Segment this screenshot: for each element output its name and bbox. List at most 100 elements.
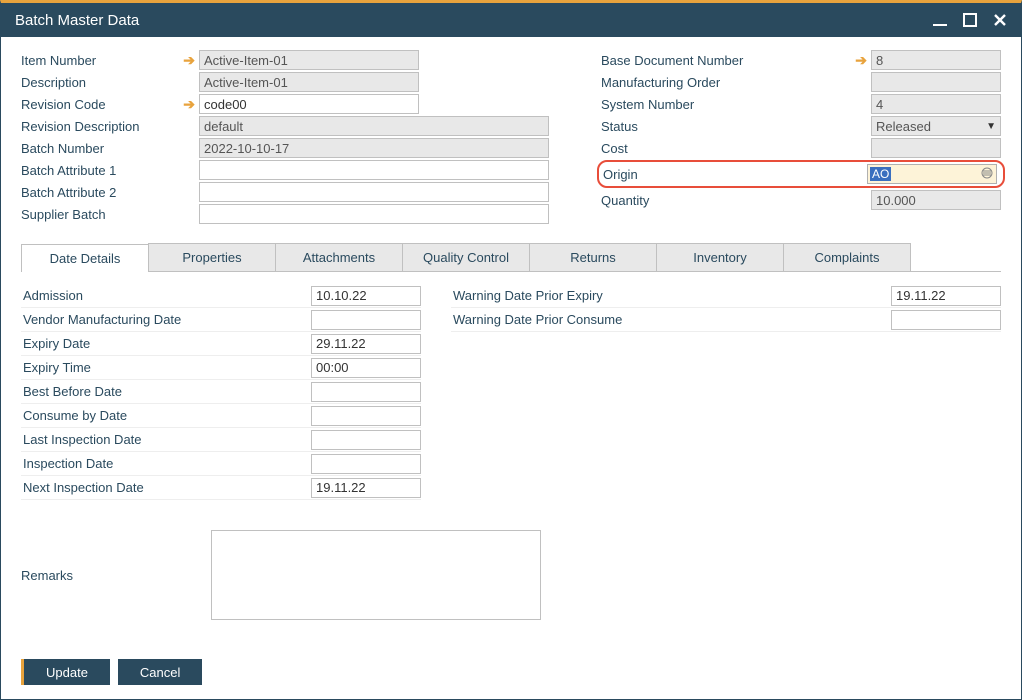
- row-quantity: Quantity 10.000: [601, 189, 1001, 211]
- maximize-icon: [961, 11, 979, 29]
- quantity-field[interactable]: 10.000: [871, 190, 1001, 210]
- expiry-time-field[interactable]: [311, 358, 421, 378]
- header-right-column: Base Document Number➔ 8 Manufacturing Or…: [601, 49, 1001, 225]
- row-expiry-date: Expiry Date: [21, 332, 421, 356]
- label-last-inspection: Last Inspection Date: [21, 432, 311, 447]
- window: Batch Master Data Item Number➔ Descr: [0, 0, 1022, 700]
- dates-right-column: Warning Date Prior Expiry Warning Date P…: [451, 284, 1001, 500]
- window-controls: [929, 9, 1011, 31]
- remarks-field[interactable]: [211, 530, 541, 620]
- batch-number-field[interactable]: [199, 138, 549, 158]
- label-mfg-order: Manufacturing Order: [601, 75, 871, 90]
- tab-returns[interactable]: Returns: [529, 243, 657, 271]
- link-arrow-icon[interactable]: ➔: [855, 52, 867, 69]
- label-status: Status: [601, 119, 871, 134]
- label-expiry-time: Expiry Time: [21, 360, 311, 375]
- tab-inventory[interactable]: Inventory: [656, 243, 784, 271]
- tab-panel-date-details: Admission Vendor Manufacturing Date Expi…: [21, 272, 1001, 500]
- label-batch-attr2: Batch Attribute 2: [21, 185, 199, 200]
- minimize-icon: [931, 11, 949, 29]
- dates-left-column: Admission Vendor Manufacturing Date Expi…: [21, 284, 421, 500]
- cost-field[interactable]: [871, 138, 1001, 158]
- row-system-number: System Number 4: [601, 93, 1001, 115]
- label-inspection: Inspection Date: [21, 456, 311, 471]
- inspection-field[interactable]: [311, 454, 421, 474]
- batch-attr1-field[interactable]: [199, 160, 549, 180]
- chevron-down-icon: ▼: [986, 121, 996, 132]
- row-item-number: Item Number➔: [21, 49, 551, 71]
- status-value: Released: [876, 119, 931, 134]
- close-icon: [991, 11, 1009, 29]
- row-last-inspection: Last Inspection Date: [21, 428, 421, 452]
- row-description: Description: [21, 71, 551, 93]
- row-admission: Admission: [21, 284, 421, 308]
- warn-expiry-field[interactable]: [891, 286, 1001, 306]
- mfg-order-field[interactable]: [871, 72, 1001, 92]
- label-item-number: Item Number➔: [21, 52, 199, 69]
- content-area: Item Number➔ Description Revision Code➔ …: [1, 37, 1021, 699]
- titlebar: Batch Master Data: [1, 3, 1021, 37]
- row-warn-consume: Warning Date Prior Consume: [451, 308, 1001, 332]
- label-base-doc: Base Document Number➔: [601, 52, 871, 69]
- row-vendor-mfg-date: Vendor Manufacturing Date: [21, 308, 421, 332]
- label-remarks: Remarks: [21, 530, 211, 620]
- row-base-doc: Base Document Number➔ 8: [601, 49, 1001, 71]
- consume-by-field[interactable]: [311, 406, 421, 426]
- tab-quality-control[interactable]: Quality Control: [402, 243, 530, 271]
- link-arrow-icon[interactable]: ➔: [183, 52, 195, 69]
- choose-from-list-icon[interactable]: [980, 166, 994, 183]
- minimize-button[interactable]: [929, 9, 951, 31]
- row-next-inspection: Next Inspection Date: [21, 476, 421, 500]
- header-left-column: Item Number➔ Description Revision Code➔ …: [21, 49, 551, 225]
- tab-complaints[interactable]: Complaints: [783, 243, 911, 271]
- warn-consume-field[interactable]: [891, 310, 1001, 330]
- label-warn-consume: Warning Date Prior Consume: [451, 312, 891, 327]
- label-consume-by: Consume by Date: [21, 408, 311, 423]
- label-description: Description: [21, 75, 199, 90]
- tab-properties[interactable]: Properties: [148, 243, 276, 271]
- origin-field[interactable]: AO: [867, 164, 997, 184]
- origin-value: AO: [870, 167, 891, 181]
- label-warn-expiry: Warning Date Prior Expiry: [451, 288, 891, 303]
- maximize-button[interactable]: [959, 9, 981, 31]
- button-bar: Update Cancel: [21, 645, 1001, 685]
- label-next-inspection: Next Inspection Date: [21, 480, 311, 495]
- best-before-field[interactable]: [311, 382, 421, 402]
- admission-field[interactable]: [311, 286, 421, 306]
- expiry-date-field[interactable]: [311, 334, 421, 354]
- tab-attachments[interactable]: Attachments: [275, 243, 403, 271]
- window-title: Batch Master Data: [15, 12, 929, 29]
- next-inspection-field[interactable]: [311, 478, 421, 498]
- vendor-mfg-date-field[interactable]: [311, 310, 421, 330]
- label-quantity: Quantity: [601, 193, 871, 208]
- row-mfg-order: Manufacturing Order: [601, 71, 1001, 93]
- row-batch-attr1: Batch Attribute 1: [21, 159, 551, 181]
- tab-date-details[interactable]: Date Details: [21, 244, 149, 272]
- description-field[interactable]: [199, 72, 419, 92]
- system-number-field[interactable]: 4: [871, 94, 1001, 114]
- revision-description-field[interactable]: [199, 116, 549, 136]
- update-button[interactable]: Update: [21, 659, 110, 685]
- revision-code-field[interactable]: [199, 94, 419, 114]
- row-origin: Origin AO: [597, 160, 1005, 188]
- close-button[interactable]: [989, 9, 1011, 31]
- row-batch-attr2: Batch Attribute 2: [21, 181, 551, 203]
- batch-attr2-field[interactable]: [199, 182, 549, 202]
- label-batch-number: Batch Number: [21, 141, 199, 156]
- status-dropdown[interactable]: Released ▼: [871, 116, 1001, 136]
- last-inspection-field[interactable]: [311, 430, 421, 450]
- link-arrow-icon[interactable]: ➔: [183, 96, 195, 113]
- header-fields: Item Number➔ Description Revision Code➔ …: [21, 49, 1001, 225]
- cancel-button[interactable]: Cancel: [118, 659, 202, 685]
- row-remarks: Remarks: [21, 530, 1001, 620]
- label-vendor-mfg-date: Vendor Manufacturing Date: [21, 312, 311, 327]
- base-doc-field[interactable]: 8: [871, 50, 1001, 70]
- item-number-field[interactable]: [199, 50, 419, 70]
- row-batch-number: Batch Number: [21, 137, 551, 159]
- label-expiry-date: Expiry Date: [21, 336, 311, 351]
- label-system-number: System Number: [601, 97, 871, 112]
- label-revision-code: Revision Code➔: [21, 96, 199, 113]
- supplier-batch-field[interactable]: [199, 204, 549, 224]
- label-admission: Admission: [21, 288, 311, 303]
- label-batch-attr1: Batch Attribute 1: [21, 163, 199, 178]
